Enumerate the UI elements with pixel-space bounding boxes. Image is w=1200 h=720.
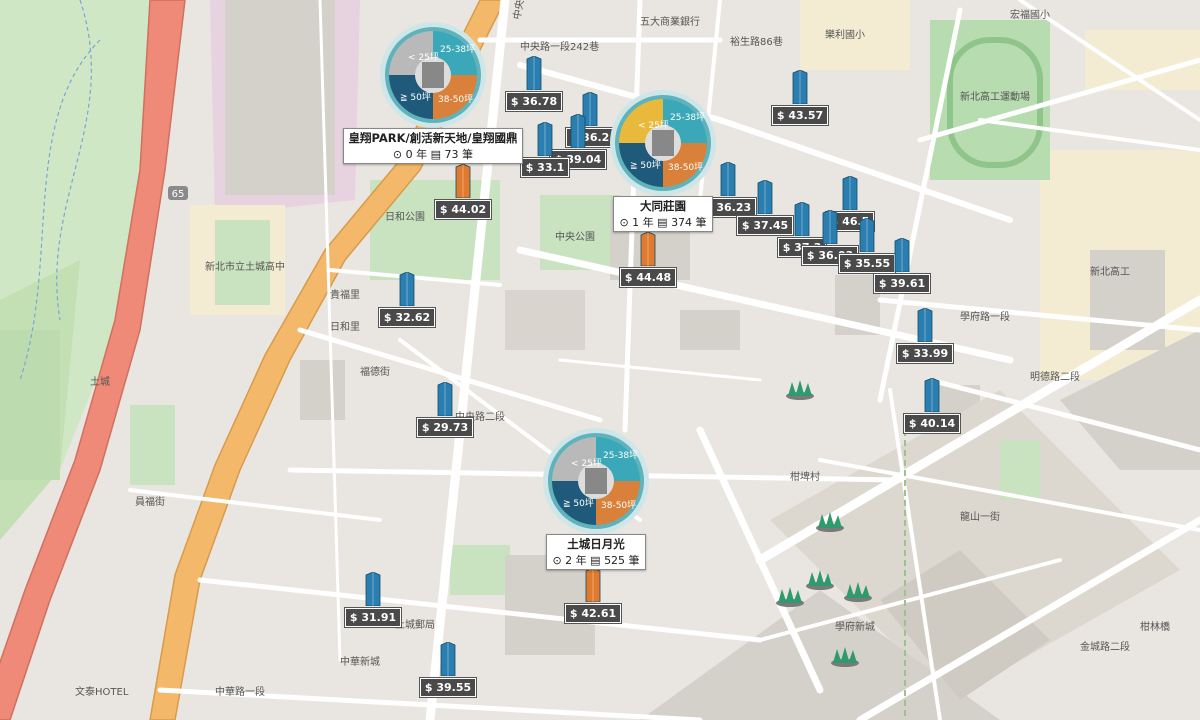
building-icon xyxy=(399,272,415,306)
price-marker[interactable]: $ 42.61 xyxy=(558,568,628,626)
price-label: $ 43.57 xyxy=(771,106,829,125)
size-donut[interactable]: < 25坪 25-38坪 ≧ 50坪 38-50坪 xyxy=(608,88,718,198)
price-label: $ 39.55 xyxy=(419,678,477,697)
building-icon xyxy=(652,130,674,156)
station-label: 土城 xyxy=(90,375,110,388)
price-marker[interactable]: $ 33.99 xyxy=(890,308,960,366)
grass-icon xyxy=(812,510,848,532)
project-age: 0 年 xyxy=(405,148,428,161)
project-age: 1 年 xyxy=(632,216,654,229)
building-icon xyxy=(894,238,910,272)
street-label: 金城路二段 xyxy=(1080,640,1130,653)
poi-label: 新北高工運動場 xyxy=(960,90,1030,103)
price-label: $ 40.14 xyxy=(903,414,961,433)
street-label: 裕生路86巷 xyxy=(730,35,783,48)
grass-icon xyxy=(802,568,838,590)
grass-icon xyxy=(827,645,863,667)
price-marker[interactable]: $ 40.14 xyxy=(897,378,967,436)
size-donut[interactable]: < 25坪 25-38坪 ≧ 50坪 38-50坪 xyxy=(378,20,488,130)
price-label: $ 44.48 xyxy=(619,268,677,287)
project-name: 土城日月光 xyxy=(567,537,625,551)
project-cluster[interactable]: < 25坪 25-38坪 ≧ 50坪 38-50坪 土城日月光 ⊙ 2 年 ▤ … xyxy=(486,426,706,576)
price-label: $ 33.99 xyxy=(896,344,954,363)
building-icon xyxy=(924,378,940,412)
poi-label: 文泰HOTEL xyxy=(75,685,129,698)
svg-text:≧ 50坪: ≧ 50坪 xyxy=(630,160,661,171)
price-marker[interactable]: $ 44.02 xyxy=(428,164,498,222)
price-marker[interactable]: $ 43.57 xyxy=(765,70,835,128)
size-donut[interactable]: < 25坪 25-38坪 ≧ 50坪 38-50坪 xyxy=(541,426,651,536)
document-icon: ▤ xyxy=(430,148,442,161)
project-age: 2 年 xyxy=(565,554,587,567)
street-label: 明德路二段 xyxy=(1030,370,1080,383)
poi-label: 樂利國小 xyxy=(825,28,865,41)
grass-icon xyxy=(840,580,876,602)
poi-label: 新北高工 xyxy=(1090,265,1130,278)
price-label: $ 32.62 xyxy=(378,308,436,327)
svg-text:≧ 50坪: ≧ 50坪 xyxy=(400,92,431,103)
building-icon xyxy=(585,468,607,494)
price-marker[interactable]: $ 29.73 xyxy=(410,382,480,440)
building-icon xyxy=(917,308,933,342)
poi-label: 中華新城 xyxy=(340,655,380,668)
poi-label: 宏福國小 xyxy=(1010,8,1050,21)
clock-icon: ⊙ xyxy=(552,554,562,567)
project-name: 大同莊園 xyxy=(640,199,686,213)
building-icon xyxy=(437,382,453,416)
svg-text:38-50坪: 38-50坪 xyxy=(438,94,473,105)
price-label: $ 31.91 xyxy=(344,608,402,627)
svg-text:< 25坪: < 25坪 xyxy=(408,52,439,63)
svg-text:25-38坪: 25-38坪 xyxy=(440,44,475,55)
project-records: 73 筆 xyxy=(444,148,474,161)
price-marker[interactable]: $ 39.61 xyxy=(867,238,937,296)
building-icon xyxy=(842,176,858,210)
price-marker[interactable]: $ 44.48 xyxy=(613,232,683,290)
street-label: 學府路一段 xyxy=(960,310,1010,323)
project-records: 525 筆 xyxy=(604,554,640,567)
poi-label: 柑林橋 xyxy=(1140,620,1170,633)
svg-text:38-50坪: 38-50坪 xyxy=(668,162,703,173)
document-icon: ▤ xyxy=(657,216,668,229)
price-label: $ 39.61 xyxy=(873,274,931,293)
poi-label: 新北市立土城高中 xyxy=(205,260,285,273)
price-label: $ 29.73 xyxy=(416,418,474,437)
clock-icon: ⊙ xyxy=(619,216,629,229)
building-icon xyxy=(365,572,381,606)
project-name: 皇翔PARK/創活新天地/皇翔國鼎 xyxy=(348,131,518,145)
price-marker[interactable]: $ 31.91 xyxy=(338,572,408,630)
svg-text:< 25坪: < 25坪 xyxy=(571,458,602,469)
park-label: 日和公園 xyxy=(385,211,425,223)
svg-text:< 25坪: < 25坪 xyxy=(638,120,669,131)
building-icon xyxy=(792,70,808,104)
svg-text:25-38坪: 25-38坪 xyxy=(603,450,638,461)
price-label: $ 44.02 xyxy=(434,200,492,219)
project-cluster[interactable]: < 25坪 25-38坪 ≧ 50坪 38-50坪 皇翔PARK/創活新天地/皇… xyxy=(323,20,543,170)
building-icon xyxy=(422,62,444,88)
svg-text:25-38坪: 25-38坪 xyxy=(670,112,705,123)
street-label: 龍山一街 xyxy=(960,510,1000,523)
highway-shield: 65 xyxy=(172,189,185,200)
clock-icon: ⊙ xyxy=(392,148,403,161)
price-marker[interactable]: $ 32.62 xyxy=(372,272,442,330)
village-label: 柑埤村 xyxy=(790,470,820,483)
poi-label: 學府新城 xyxy=(835,620,875,633)
project-records: 374 筆 xyxy=(671,216,707,229)
village-label: 貴福里 xyxy=(330,288,360,301)
street-label: 福德街 xyxy=(360,365,390,378)
village-label: 日和里 xyxy=(330,321,360,333)
poi-label: 五大商業銀行 xyxy=(640,15,700,28)
grass-icon xyxy=(782,378,818,400)
street-label: 員福街 xyxy=(135,495,165,508)
svg-text:38-50坪: 38-50坪 xyxy=(601,500,636,511)
document-icon: ▤ xyxy=(590,554,601,567)
price-marker[interactable]: $ 39.55 xyxy=(413,642,483,700)
svg-text:≧ 50坪: ≧ 50坪 xyxy=(563,498,594,509)
project-cluster[interactable]: < 25坪 25-38坪 ≧ 50坪 38-50坪 大同莊園 ⊙ 1 年 ▤ 3… xyxy=(553,88,773,238)
price-label: $ 42.61 xyxy=(564,604,622,623)
street-label: 中華路一段 xyxy=(215,685,265,698)
building-icon xyxy=(440,642,456,676)
